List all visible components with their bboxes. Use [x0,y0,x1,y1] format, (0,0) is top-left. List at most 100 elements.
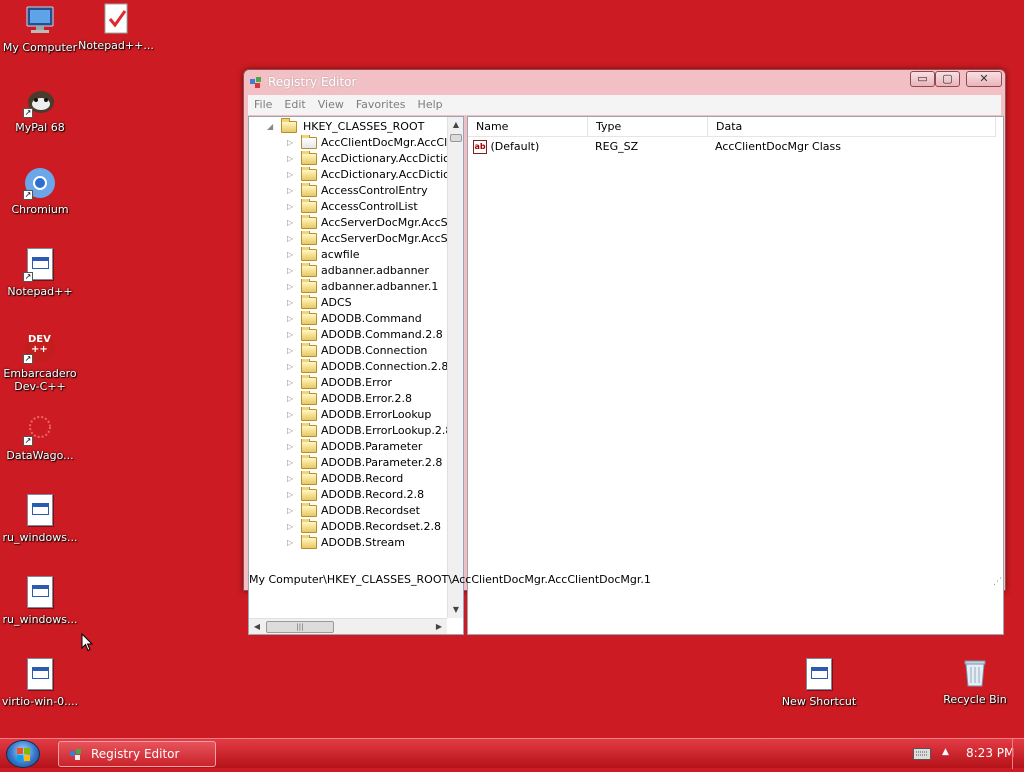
collapse-arrow-icon[interactable]: ◢ [267,119,277,135]
scroll-left-arrow-icon[interactable]: ◀ [249,619,265,634]
registry-editor-window[interactable]: Registry Editor ▭ ▢ ✕ File Edit View Favori… [243,69,1006,635]
close-button[interactable]: ✕ [966,71,1002,87]
menu-favorites[interactable]: Favorites [350,95,412,111]
expand-arrow-icon[interactable]: ▷ [287,167,297,183]
tree-item[interactable]: ▷ adbanner.adbanner.1 [287,279,447,295]
expand-arrow-icon[interactable]: ▷ [287,519,297,535]
menu-help[interactable]: Help [412,95,449,111]
tree-item[interactable]: ▷ ADODB.Stream [287,535,447,551]
expand-arrow-icon[interactable]: ▷ [287,279,297,295]
folder-icon [301,263,317,277]
expand-arrow-icon[interactable]: ▷ [287,183,297,199]
tree-item[interactable]: ▷ ADODB.Command [287,311,447,327]
column-header-data[interactable]: Data [708,117,996,137]
folder-icon [301,183,317,197]
tree-horizontal-scrollbar[interactable]: ◀ ||| ▶ [249,618,447,634]
desktop-icon-virtio[interactable]: virtio-win-0.... [0,658,80,708]
scroll-thumb[interactable] [450,134,462,142]
expand-arrow-icon[interactable]: ▷ [287,487,297,503]
expand-arrow-icon[interactable]: ▷ [287,295,297,311]
expand-arrow-icon[interactable]: ▷ [287,263,297,279]
tree-item[interactable]: ▷ ADODB.Parameter.2.8 [287,455,447,471]
tree-vertical-scrollbar[interactable]: ▲ ▼ [447,117,463,618]
expand-arrow-icon[interactable]: ▷ [287,343,297,359]
registry-values-list[interactable]: Name Type Data ab (Default) REG_SZ AccCl… [467,116,1004,635]
desktop-icon-datawago[interactable]: ↗ DataWago... [0,412,80,462]
column-header-type[interactable]: Type [588,117,708,137]
expand-arrow-icon[interactable]: ▷ [287,199,297,215]
tree-item[interactable]: ▷ ADODB.Parameter [287,439,447,455]
tree-item[interactable]: ▷ ADODB.ErrorLookup.2.8 [287,423,447,439]
tree-item[interactable]: ▷ ADODB.Record [287,471,447,487]
expand-arrow-icon[interactable]: ▷ [287,231,297,247]
tree-item[interactable]: ▷ AccDictionary.AccDictionary.1 [287,167,447,183]
tree-item[interactable]: ▷ AccClientDocMgr.AccClientDocMgr [287,135,447,151]
tree-item[interactable]: ▷ ADODB.Error [287,375,447,391]
desktop-icon-mypal[interactable]: ↗ MyPal 68 [0,84,80,134]
tray-clock[interactable]: 8:23 PM [966,746,1014,760]
desktop-icon-notepadpp[interactable]: ↗ Notepad++ [0,248,80,298]
tree-item[interactable]: ▷ AccServerDocMgr.AccServerDocMgr.1 [287,231,447,247]
tree-item[interactable]: ▷ ADODB.Connection [287,343,447,359]
desktop-icon-devcpp[interactable]: DEV ++ ↗ Embarcadero Dev-C++ [0,330,80,393]
tree-item[interactable]: ▷ ADCS [287,295,447,311]
tree-item[interactable]: ▷ ADODB.Error.2.8 [287,391,447,407]
expand-arrow-icon[interactable]: ▷ [287,535,297,551]
expand-arrow-icon[interactable]: ▷ [287,423,297,439]
expand-arrow-icon[interactable]: ▷ [287,359,297,375]
keyboard-icon[interactable] [913,748,931,760]
tree-item[interactable]: ▷ ADODB.Connection.2.8 [287,359,447,375]
tree-item[interactable]: ▷ ADODB.Command.2.8 [287,327,447,343]
value-type: REG_SZ [595,140,639,153]
show-desktop-button[interactable] [1012,739,1024,769]
expand-arrow-icon[interactable]: ▷ [287,375,297,391]
tree-item[interactable]: ▷ AccessControlList [287,199,447,215]
tree-item[interactable]: ▷ adbanner.adbanner [287,263,447,279]
resize-grip-icon[interactable]: ⋰ [993,577,1002,587]
expand-arrow-icon[interactable]: ▷ [287,391,297,407]
scroll-thumb[interactable]: ||| [266,621,334,633]
desktop-icon-chromium[interactable]: ↗ Chromium [0,166,80,216]
show-hidden-icons-button[interactable]: ▲ [942,747,949,757]
registry-tree[interactable]: ◢ HKEY_CLASSES_ROOT ▷ AccClientDocMgr.Acc… [248,116,464,635]
document-icon [23,658,57,692]
tree-root-item[interactable]: ◢ HKEY_CLASSES_ROOT [267,118,447,135]
expand-arrow-icon[interactable]: ▷ [287,471,297,487]
expand-arrow-icon[interactable]: ▷ [287,455,297,471]
scroll-right-arrow-icon[interactable]: ▶ [431,619,447,634]
expand-arrow-icon[interactable]: ▷ [287,311,297,327]
expand-arrow-icon[interactable]: ▷ [287,135,297,151]
column-header-name[interactable]: Name [468,117,588,137]
desktop-icon-ru-windows-2[interactable]: ru_windows... [0,576,80,626]
start-button[interactable] [6,740,40,768]
desktop-icon-new-shortcut[interactable]: New Shortcut [779,658,859,708]
expand-arrow-icon[interactable]: ▷ [287,247,297,263]
desktop-icon-ru-windows-1[interactable]: ru_windows... [0,494,80,544]
tree-item[interactable]: ▷ acwfile [287,247,447,263]
title-bar[interactable]: Registry Editor ▭ ▢ ✕ [244,70,1005,94]
maximize-button[interactable]: ▢ [935,71,960,87]
expand-arrow-icon[interactable]: ▷ [287,327,297,343]
expand-arrow-icon[interactable]: ▷ [287,503,297,519]
desktop-icon-notepad-doc[interactable]: Notepad++... [76,2,156,52]
tree-item[interactable]: ▷ ADODB.ErrorLookup [287,407,447,423]
tree-item[interactable]: ▷ ADODB.Recordset.2.8 [287,519,447,535]
menu-edit[interactable]: Edit [278,95,311,111]
minimize-button[interactable]: ▭ [910,71,935,87]
desktop-icon-recycle-bin[interactable]: Recycle Bin [935,656,1015,706]
menu-file[interactable]: File [248,95,278,111]
scroll-down-arrow-icon[interactable]: ▼ [448,602,463,618]
tree-item[interactable]: ▷ ADODB.Record.2.8 [287,487,447,503]
tree-item[interactable]: ▷ AccessControlEntry [287,183,447,199]
tree-item[interactable]: ▷ AccDictionary.AccDictionary [287,151,447,167]
expand-arrow-icon[interactable]: ▷ [287,407,297,423]
expand-arrow-icon[interactable]: ▷ [287,215,297,231]
scroll-up-arrow-icon[interactable]: ▲ [448,117,463,133]
expand-arrow-icon[interactable]: ▷ [287,151,297,167]
tree-item[interactable]: ▷ ADODB.Recordset [287,503,447,519]
tree-item[interactable]: ▷ AccServerDocMgr.AccServerDocMgr [287,215,447,231]
taskbar-registry-editor-button[interactable]: Registry Editor [58,741,216,767]
desktop-icon-my-computer[interactable]: My Computer [0,4,80,54]
menu-view[interactable]: View [312,95,350,111]
expand-arrow-icon[interactable]: ▷ [287,439,297,455]
